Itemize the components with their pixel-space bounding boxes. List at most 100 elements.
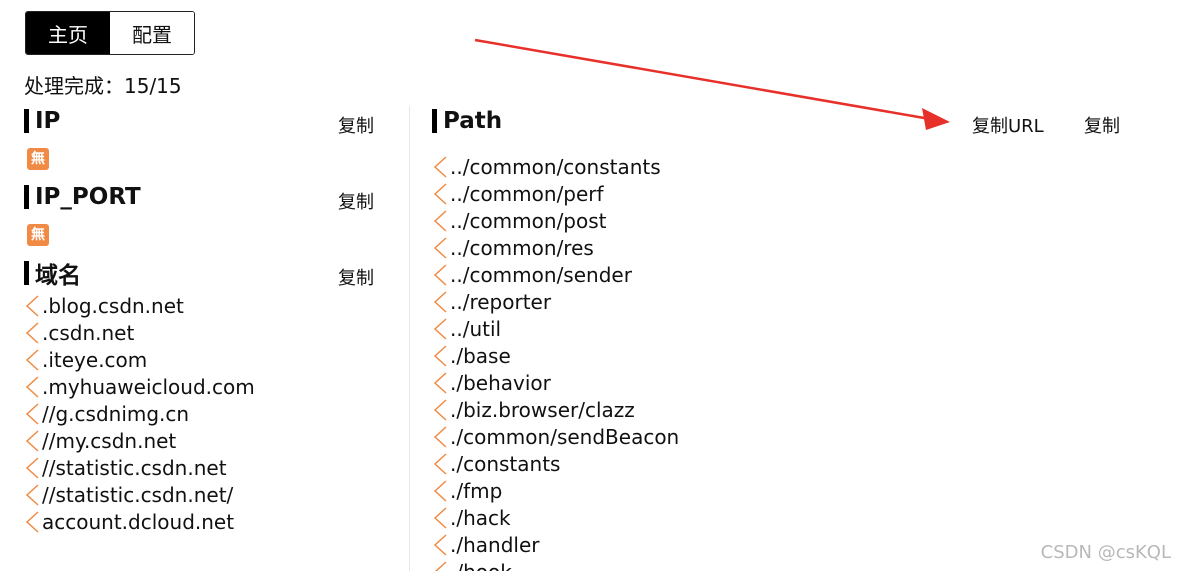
- chevron-left-icon: [432, 317, 448, 341]
- path-item-text: ../common/res: [450, 235, 594, 260]
- domain-item[interactable]: .blog.csdn.net: [24, 292, 384, 319]
- section-marker: [24, 261, 29, 285]
- chevron-left-icon: [432, 155, 448, 179]
- path-item[interactable]: ../util: [432, 315, 1132, 342]
- domain-item-text: //my.csdn.net: [42, 428, 177, 453]
- path-item-text: ./biz.browser/clazz: [450, 397, 635, 422]
- ip-section-header: IP 复制: [24, 104, 384, 138]
- chevron-left-icon: [432, 479, 448, 503]
- path-item-text: ../common/post: [450, 208, 607, 233]
- domain-copy-button[interactable]: 复制: [338, 264, 374, 290]
- domain-item[interactable]: .csdn.net: [24, 319, 384, 346]
- path-item-text: ../common/perf: [450, 181, 604, 206]
- chevron-left-icon: [24, 483, 40, 507]
- path-item-text: ./behavior: [450, 370, 551, 395]
- processing-status: 处理完成：15/15: [24, 74, 182, 98]
- chevron-left-icon: [24, 510, 40, 534]
- domain-item[interactable]: //g.csdnimg.cn: [24, 400, 384, 427]
- path-item-text: ./base: [450, 343, 511, 368]
- chevron-left-icon: [432, 182, 448, 206]
- path-item[interactable]: ./base: [432, 342, 1132, 369]
- path-item[interactable]: ./behavior: [432, 369, 1132, 396]
- section-marker: [24, 185, 29, 209]
- domain-item-text: //statistic.csdn.net: [42, 455, 227, 480]
- left-column: IP 复制 無 IP_PORT 复制 無 域名 复制 .blog.csdn.ne…: [24, 104, 384, 535]
- path-item-text: ../common/sender: [450, 262, 632, 287]
- ip-port-copy-button[interactable]: 复制: [338, 188, 374, 214]
- chevron-left-icon: [24, 294, 40, 318]
- domain-item-text: .myhuaweicloud.com: [42, 374, 255, 399]
- path-item-text: ./common/sendBeacon: [450, 424, 680, 449]
- ip-copy-button[interactable]: 复制: [338, 112, 374, 138]
- chevron-left-icon: [432, 560, 448, 571]
- domain-item-text: account.dcloud.net: [42, 509, 235, 534]
- domain-item[interactable]: .myhuaweicloud.com: [24, 373, 384, 400]
- chevron-left-icon: [432, 506, 448, 530]
- annotation-arrow-icon: [474, 38, 950, 130]
- domain-item[interactable]: .iteye.com: [24, 346, 384, 373]
- path-item-text: ./hook: [450, 560, 512, 571]
- domain-item[interactable]: //my.csdn.net: [24, 427, 384, 454]
- chevron-left-icon: [432, 290, 448, 314]
- domain-item-text: .iteye.com: [42, 347, 148, 372]
- path-item-text: ./hack: [450, 505, 511, 530]
- chevron-left-icon: [432, 209, 448, 233]
- tab-config[interactable]: 配置: [110, 12, 194, 54]
- domain-item[interactable]: //statistic.csdn.net: [24, 454, 384, 481]
- path-item[interactable]: ./biz.browser/clazz: [432, 396, 1132, 423]
- path-item-text: ../util: [450, 316, 502, 341]
- chevron-left-icon: [24, 429, 40, 453]
- ip-section-title: IP: [35, 108, 61, 134]
- chevron-left-icon: [24, 348, 40, 372]
- ip-port-section-title: IP_PORT: [35, 184, 141, 210]
- domain-list: .blog.csdn.net .csdn.net .iteye.com .myhuaw…: [24, 292, 384, 535]
- path-item-text: ./handler: [450, 532, 540, 557]
- empty-icon: 無: [27, 224, 49, 246]
- domain-item[interactable]: //statistic.csdn.net/: [24, 481, 384, 508]
- path-item[interactable]: ./fmp: [432, 477, 1132, 504]
- tab-bar: 主页 配置: [25, 11, 195, 55]
- path-item-text: ../common/constants: [450, 154, 661, 179]
- chevron-left-icon: [24, 456, 40, 480]
- section-marker: [24, 109, 29, 133]
- path-item[interactable]: ../common/constants: [432, 153, 1132, 180]
- path-item[interactable]: ./handler: [432, 531, 1132, 558]
- watermark: CSDN @csKQL: [1040, 542, 1171, 563]
- chevron-left-icon: [432, 344, 448, 368]
- chevron-left-icon: [432, 263, 448, 287]
- right-column: Path 复制URL 复制 ../common/constants ../comm…: [432, 104, 1132, 571]
- chevron-left-icon: [432, 398, 448, 422]
- domain-item-text: //statistic.csdn.net/: [42, 482, 234, 507]
- column-divider: [409, 106, 410, 571]
- path-item[interactable]: ../common/sender: [432, 261, 1132, 288]
- path-item-text: ../reporter: [450, 289, 552, 314]
- path-item[interactable]: ../common/post: [432, 207, 1132, 234]
- chevron-left-icon: [24, 321, 40, 345]
- path-item[interactable]: ../common/res: [432, 234, 1132, 261]
- path-item[interactable]: ../reporter: [432, 288, 1132, 315]
- chevron-left-icon: [432, 236, 448, 260]
- path-item[interactable]: ./common/sendBeacon: [432, 423, 1132, 450]
- domain-item-text: .blog.csdn.net: [42, 293, 184, 318]
- path-item-text: ./fmp: [450, 478, 503, 503]
- copy-url-button[interactable]: 复制URL: [972, 112, 1044, 138]
- chevron-left-icon: [432, 425, 448, 449]
- domain-item-text: .csdn.net: [42, 320, 135, 345]
- domain-item[interactable]: account.dcloud.net: [24, 508, 384, 535]
- path-item[interactable]: ./hook: [432, 558, 1132, 571]
- path-item[interactable]: ./constants: [432, 450, 1132, 477]
- chevron-left-icon: [432, 533, 448, 557]
- chevron-left-icon: [432, 371, 448, 395]
- path-copy-button[interactable]: 复制: [1084, 112, 1120, 138]
- chevron-left-icon: [24, 375, 40, 399]
- section-marker: [432, 109, 437, 133]
- path-item[interactable]: ./hack: [432, 504, 1132, 531]
- tab-home[interactable]: 主页: [26, 12, 110, 54]
- domain-section-header: 域名 复制: [24, 256, 384, 290]
- empty-icon: 無: [27, 148, 49, 170]
- path-item[interactable]: ../common/perf: [432, 180, 1132, 207]
- chevron-left-icon: [432, 452, 448, 476]
- path-list: ../common/constants ../common/perf ../comm…: [432, 153, 1132, 571]
- domain-item-text: //g.csdnimg.cn: [42, 401, 190, 426]
- path-item-text: ./constants: [450, 451, 561, 476]
